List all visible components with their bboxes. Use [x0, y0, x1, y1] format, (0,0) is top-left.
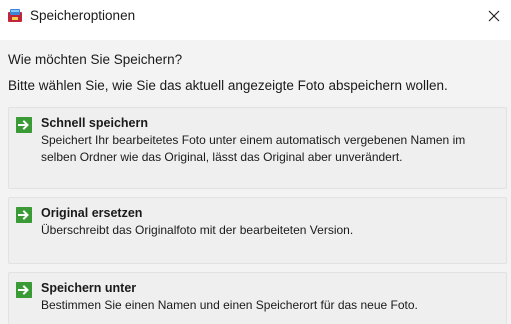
- option-description: Überschreibt das Originalfoto mit der be…: [41, 223, 354, 237]
- option-description: Bestimmen Sie einen Namen und einen Spei…: [41, 298, 418, 312]
- option-description: Speichert Ihr bearbeitetes Foto unter ei…: [41, 133, 466, 164]
- save-options-app-icon: [8, 9, 22, 22]
- quick-save-option[interactable]: Schnell speichern Speichert Ihr bearbeit…: [8, 107, 507, 189]
- arrow-right-icon: [16, 207, 32, 223]
- option-title: Original ersetzen: [41, 206, 143, 220]
- title-bar: Speicheroptionen: [0, 0, 511, 40]
- arrow-right-icon: [16, 282, 32, 298]
- dialog-question: Wie möchten Sie Speichern?: [8, 52, 183, 67]
- close-icon: [488, 10, 500, 22]
- close-button[interactable]: [477, 0, 511, 32]
- replace-original-option[interactable]: Original ersetzen Überschreibt das Origi…: [8, 197, 507, 264]
- option-title: Schnell speichern: [41, 116, 148, 130]
- option-title: Speichern unter: [41, 281, 137, 295]
- arrow-right-icon: [16, 117, 32, 133]
- window-title: Speicheroptionen: [30, 8, 136, 23]
- save-options-dialog: Speicheroptionen Wie möchten Sie Speiche…: [0, 0, 511, 324]
- save-as-option[interactable]: Speichern unter Bestimmen Sie einen Name…: [8, 272, 507, 324]
- dialog-instruction: Bitte wählen Sie, wie Sie das aktuell an…: [8, 78, 448, 93]
